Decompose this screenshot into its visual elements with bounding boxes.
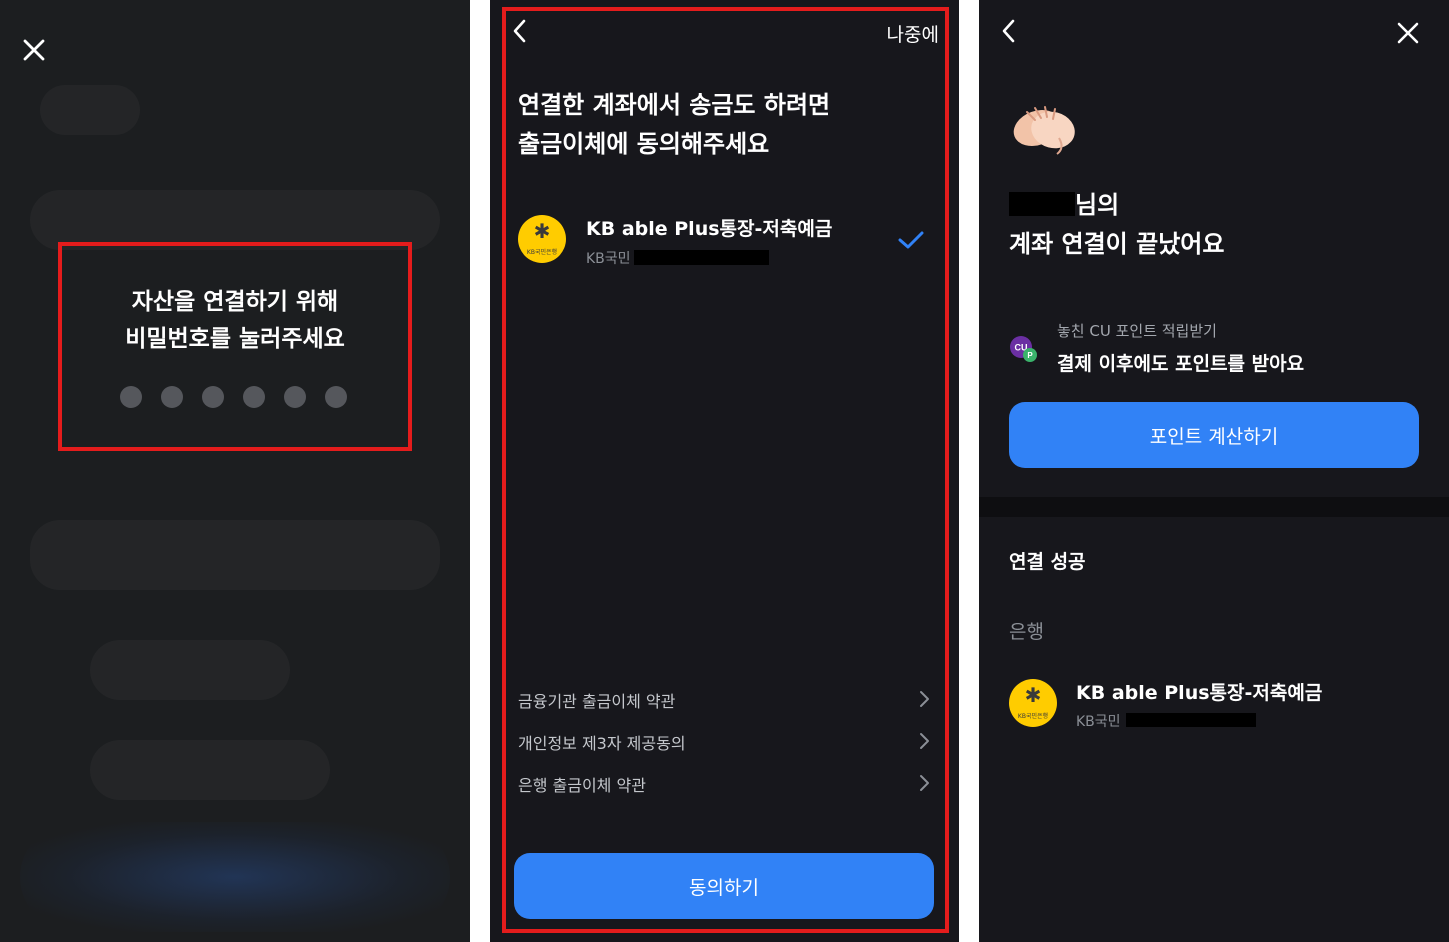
- section-title: 연결 성공: [1009, 551, 1086, 573]
- pin-dot: [161, 386, 183, 408]
- section-subtitle: 은행: [1009, 621, 1044, 643]
- account-bank: KB국민: [1076, 714, 1121, 730]
- section-divider: [979, 497, 1449, 517]
- pin-dot: [325, 386, 347, 408]
- complete-title-line2: 계좌 연결이 끝났어요: [1009, 230, 1225, 258]
- consent-screen: 나중에 연결한 계좌에서 송금도 하려면 출금이체에 동의해주세요 ✱ KB국민…: [490, 0, 959, 942]
- pin-dot: [284, 386, 306, 408]
- blurred-background-shape: [90, 640, 290, 700]
- close-icon[interactable]: [1397, 22, 1419, 44]
- title-suffix: 님의: [1075, 191, 1120, 219]
- pin-prompt: 자산을 연결하기 위해 비밀번호를 눌러주세요: [58, 284, 412, 358]
- cu-banner-subtitle: 놓친 CU 포인트 적립받기: [1057, 322, 1217, 340]
- kb-logo-text: KB국민은행: [1017, 713, 1049, 720]
- blurred-background-shape: [30, 520, 440, 590]
- highlight-box: [502, 7, 949, 933]
- pin-dot: [120, 386, 142, 408]
- calculate-points-button[interactable]: 포인트 계산하기: [1009, 402, 1419, 468]
- cu-banner-title: 결제 이후에도 포인트를 받아요: [1057, 353, 1305, 375]
- pin-prompt-line2: 비밀번호를 눌러주세요: [125, 326, 345, 352]
- blurred-background-shape: [40, 85, 140, 135]
- kb-star-icon: ✱: [1024, 683, 1042, 707]
- cu-point-icon: CU P: [1010, 336, 1037, 362]
- complete-title-line1: 님의: [1009, 186, 1224, 225]
- cu-icon-badge: P: [1027, 351, 1033, 360]
- close-icon[interactable]: [22, 38, 46, 62]
- blurred-background-shape: [90, 740, 330, 800]
- redacted-user-name: [1009, 192, 1075, 216]
- blurred-background-shape: [30, 190, 440, 250]
- pin-dots: [120, 386, 350, 410]
- pin-screen: 자산을 연결하기 위해 비밀번호를 눌러주세요: [0, 0, 470, 942]
- complete-screen: 님의 계좌 연결이 끝났어요 CU P 놓친 CU 포인트 적립받기 결제 이후…: [979, 0, 1449, 942]
- back-arrow-icon[interactable]: [999, 18, 1019, 44]
- kb-bank-logo: ✱ KB국민은행: [1009, 679, 1057, 727]
- redacted-account-number: [1126, 713, 1256, 727]
- blurred-keypad-glow: [20, 822, 450, 932]
- account-name: KB able Plus통장-저축예금: [1076, 682, 1323, 704]
- pin-dot: [202, 386, 224, 408]
- complete-title: 님의 계좌 연결이 끝났어요: [1009, 186, 1224, 264]
- pin-dot: [243, 386, 265, 408]
- clapping-hands-icon: [1013, 106, 1075, 155]
- pin-prompt-line1: 자산을 연결하기 위해: [131, 289, 339, 315]
